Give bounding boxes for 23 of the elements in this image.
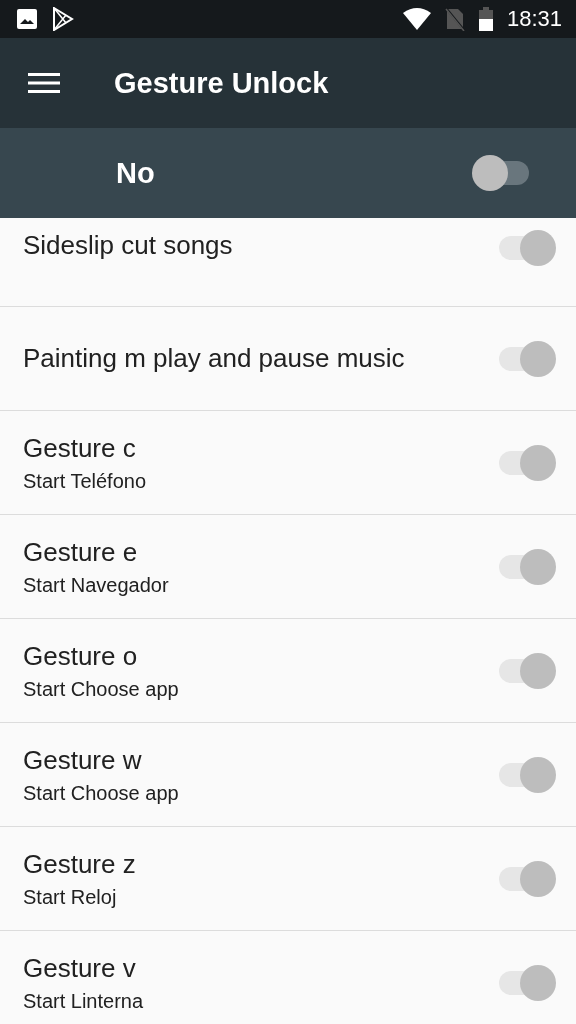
setting-title: Gesture z — [23, 848, 136, 880]
setting-title: Gesture o — [23, 640, 139, 672]
setting-subtitle: Start Choose app — [23, 677, 179, 701]
image-icon — [16, 8, 38, 30]
screen-title: Gesture Unlock — [114, 66, 329, 100]
setting-title: Painting m play and pause music — [23, 343, 405, 374]
setting-subtitle: Start Navegador — [23, 573, 169, 597]
setting-subtitle: Start Choose app — [23, 781, 179, 805]
setting-subtitle: Start Linterna — [23, 989, 144, 1013]
clock-time: 18:31 — [506, 6, 562, 32]
setting-title: Gesture e — [23, 536, 139, 568]
no-sim-icon — [444, 7, 465, 31]
setting-subtitle: Start Teléfono — [23, 469, 147, 493]
setting-title: Sideslip cut songs — [23, 230, 233, 261]
setting-title: Gesture c — [23, 432, 137, 464]
switch-label: No — [116, 156, 155, 190]
setting-subtitle: Start Reloj — [23, 885, 118, 909]
menu-icon[interactable] — [28, 72, 60, 94]
play-store-icon — [52, 7, 74, 31]
setting-title: Gesture v — [23, 952, 137, 984]
battery-icon — [478, 7, 493, 31]
wifi-icon — [402, 8, 431, 30]
setting-title: Gesture w — [23, 744, 143, 776]
